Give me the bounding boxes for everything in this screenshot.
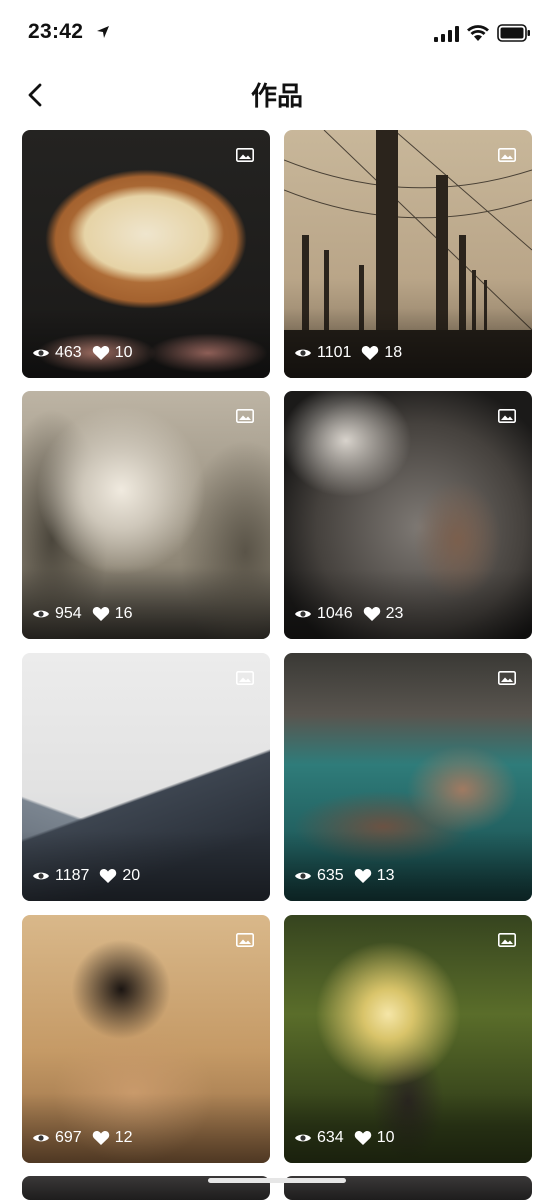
like-count: 23 [385,605,404,622]
heart-icon [92,1131,109,1145]
heart-icon [354,869,371,883]
heart-icon [354,1131,371,1145]
card-overlay [22,831,270,901]
heart-icon [363,607,380,621]
heart-icon [100,869,117,883]
work-card[interactable]: 1046 23 [284,391,532,639]
card-overlay [284,831,532,901]
like-count: 12 [114,1129,133,1146]
page-title: 作品 [250,81,303,111]
home-indicator [208,1178,346,1183]
view-count: 1187 [55,867,90,884]
image-icon [236,671,254,685]
card-overlay [22,1093,270,1163]
like-count: 20 [122,867,141,884]
card-overlay [22,569,270,639]
image-icon [498,409,516,423]
image-icon [236,933,254,947]
work-card[interactable]: 634 10 [284,915,532,1163]
image-icon [236,148,254,162]
battery-icon [497,24,530,42]
card-stats: 463 10 [32,344,143,362]
eye-icon [295,610,311,618]
work-card[interactable]: 954 16 [22,391,270,639]
view-count: 463 [55,344,82,361]
view-count: 635 [317,867,344,884]
like-count: 18 [384,344,403,361]
work-card[interactable]: 635 13 [284,653,532,901]
chevron-left-icon [28,83,42,107]
eye-icon [33,610,49,618]
wifi-icon [467,25,489,41]
card-stats: 954 16 [32,605,143,623]
view-count: 634 [317,1129,344,1146]
image-icon [498,671,516,685]
eye-icon [295,349,311,357]
card-stats: 1046 23 [294,605,413,623]
back-button[interactable] [18,78,52,112]
heart-icon [92,346,109,360]
work-card[interactable]: 1101 18 [284,130,532,378]
heart-icon [92,607,109,621]
card-stats: 635 13 [294,867,405,885]
eye-icon [295,1134,311,1142]
image-icon [498,148,516,162]
view-count: 954 [55,605,82,622]
eye-icon [295,872,311,880]
like-count: 10 [376,1129,395,1146]
card-stats: 1101 18 [294,344,412,362]
like-count: 10 [114,344,133,361]
card-overlay [284,1093,532,1163]
eye-icon [33,872,49,880]
card-stats: 1187 20 [32,867,150,885]
like-count: 13 [376,867,395,884]
like-count: 16 [114,605,133,622]
cellular-signal-icon [434,26,459,42]
eye-icon [33,1134,49,1142]
status-time: 23:42 [28,20,84,43]
eye-icon [33,349,49,357]
view-count: 1101 [317,344,352,361]
status-bar: 23:42 [0,0,554,64]
work-card[interactable]: 463 10 [22,130,270,378]
image-icon [498,933,516,947]
location-arrow-icon [97,26,109,38]
card-overlay [22,308,270,378]
card-stats: 634 10 [294,1129,405,1147]
work-card[interactable]: 1187 20 [22,653,270,901]
heart-icon [362,346,379,360]
image-icon [236,409,254,423]
card-overlay [284,569,532,639]
view-count: 1046 [317,605,353,622]
view-count: 697 [55,1129,82,1146]
card-stats: 697 12 [32,1129,143,1147]
card-overlay [284,308,532,378]
work-card[interactable]: 697 12 [22,915,270,1163]
